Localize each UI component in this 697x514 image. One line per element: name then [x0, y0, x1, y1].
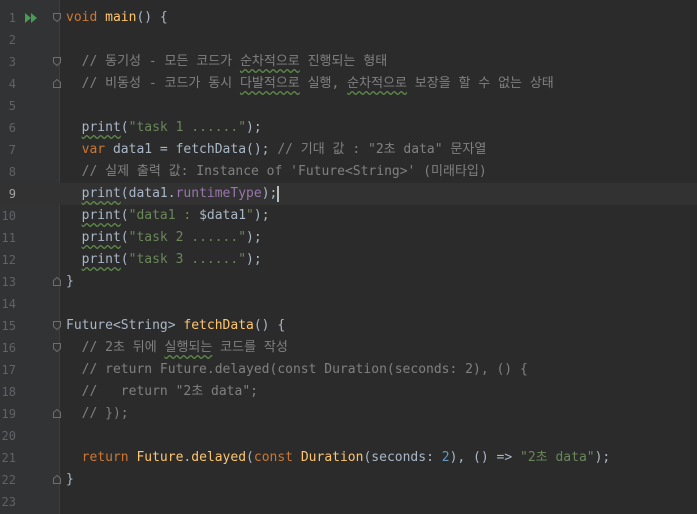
- fold-icon[interactable]: [53, 57, 61, 66]
- line-number: 18: [1, 385, 16, 399]
- code-text: // return Future.delayed(const Duration(…: [66, 362, 528, 377]
- code-line-10[interactable]: 10 print("data1 : $data1");: [0, 205, 697, 227]
- run-icon[interactable]: [25, 13, 37, 23]
- code-line-19[interactable]: 19 // });: [0, 403, 697, 425]
- code-line-11[interactable]: 11 print("task 2 ......");: [0, 227, 697, 249]
- line-number: 19: [1, 407, 16, 421]
- line-number: 6: [8, 121, 16, 135]
- line-number: 12: [1, 253, 16, 267]
- code-line-15[interactable]: 15 Future<String> fetchData() {: [0, 315, 697, 337]
- code-line-23[interactable]: 23: [0, 491, 697, 513]
- code-editor[interactable]: 1 void main() { 2 3 // 동기성 - 모든 코드가 순차적으…: [0, 0, 697, 514]
- line-number: 1: [8, 11, 16, 25]
- code-text: }: [66, 472, 74, 487]
- text-cursor: [277, 185, 280, 202]
- code-text: // 비동성 - 코드가 동시 다발적으로 실행, 순차적으로 보장을 할 수 …: [66, 76, 554, 91]
- code-line-20[interactable]: 20: [0, 425, 697, 447]
- line-number: 17: [1, 363, 16, 377]
- code-line-7[interactable]: 7 var data1 = fetchData(); // 기대 값 : "2초…: [0, 139, 697, 161]
- code-line-8[interactable]: 8 // 실제 출력 값: Instance of 'Future<String…: [0, 161, 697, 183]
- line-number: 23: [1, 495, 16, 509]
- fold-icon[interactable]: [53, 79, 61, 88]
- code-line-3[interactable]: 3 // 동기성 - 모든 코드가 순차적으로 진행되는 형태: [0, 51, 697, 73]
- code-line-1[interactable]: 1 void main() {: [0, 7, 697, 29]
- code-text: // 2초 뒤에 실행되는 코드를 작성: [66, 340, 288, 355]
- code-text: print("data1 : $data1");: [81, 208, 270, 223]
- line-number: 2: [8, 33, 16, 47]
- code-text: void main() {: [66, 10, 168, 25]
- code-line-14[interactable]: 14: [0, 293, 697, 315]
- line-number: 4: [8, 77, 16, 91]
- line-number: 21: [1, 451, 16, 465]
- fold-icon[interactable]: [53, 321, 61, 330]
- code-text: print("task 1 ......");: [81, 120, 262, 135]
- fold-icon[interactable]: [53, 475, 61, 484]
- line-number: 3: [8, 55, 16, 69]
- code-line-4[interactable]: 4 // 비동성 - 코드가 동시 다발적으로 실행, 순차적으로 보장을 할 …: [0, 73, 697, 95]
- line-number: 22: [1, 473, 16, 487]
- code-line-6[interactable]: 6 print("task 1 ......");: [0, 117, 697, 139]
- line-number: 10: [1, 209, 16, 223]
- line-number: 7: [8, 143, 16, 157]
- code-line-13[interactable]: 13 }: [0, 271, 697, 293]
- line-number: 14: [1, 297, 16, 311]
- line-number: 11: [1, 231, 16, 245]
- code-text: // 실제 출력 값: Instance of 'Future<String>'…: [66, 164, 487, 179]
- code-line-21[interactable]: 21 return Future.delayed(const Duration(…: [0, 447, 697, 469]
- fold-icon[interactable]: [53, 13, 61, 22]
- code-line-5[interactable]: 5: [0, 95, 697, 117]
- code-text: // 동기성 - 모든 코드가 순차적으로 진행되는 형태: [66, 54, 388, 69]
- code-text: // });: [66, 406, 129, 421]
- code-text: Future<String> fetchData() {: [66, 318, 286, 333]
- code-line-22[interactable]: 22 }: [0, 469, 697, 491]
- line-number: 8: [8, 165, 16, 179]
- line-number: 15: [1, 319, 16, 333]
- line-number: 20: [1, 429, 16, 443]
- code-line-16[interactable]: 16 // 2초 뒤에 실행되는 코드를 작성: [0, 337, 697, 359]
- code-text: return Future.delayed(const Duration(sec…: [81, 450, 611, 465]
- fold-icon[interactable]: [53, 409, 61, 418]
- line-number: 5: [8, 99, 16, 113]
- code-text: }: [66, 274, 74, 289]
- code-text: print(data1.runtimeType);: [81, 185, 280, 202]
- code-text: print("task 2 ......");: [81, 230, 262, 245]
- fold-icon[interactable]: [53, 343, 61, 352]
- code-text: var data1 = fetchData(); // 기대 값 : "2초 d…: [81, 142, 487, 157]
- code-text: print("task 3 ......");: [81, 252, 262, 267]
- line-number: 16: [1, 341, 16, 355]
- code-line-18[interactable]: 18 // return "2초 data";: [0, 381, 697, 403]
- line-number: 13: [1, 275, 16, 289]
- code-text: // return "2초 data";: [66, 384, 258, 399]
- code-line-12[interactable]: 12 print("task 3 ......");: [0, 249, 697, 271]
- code-line-2[interactable]: 2: [0, 29, 697, 51]
- fold-icon[interactable]: [53, 277, 61, 286]
- code-line-9[interactable]: 9 print(data1.runtimeType);: [0, 183, 697, 205]
- line-number: 9: [8, 187, 16, 201]
- code-line-17[interactable]: 17 // return Future.delayed(const Durati…: [0, 359, 697, 381]
